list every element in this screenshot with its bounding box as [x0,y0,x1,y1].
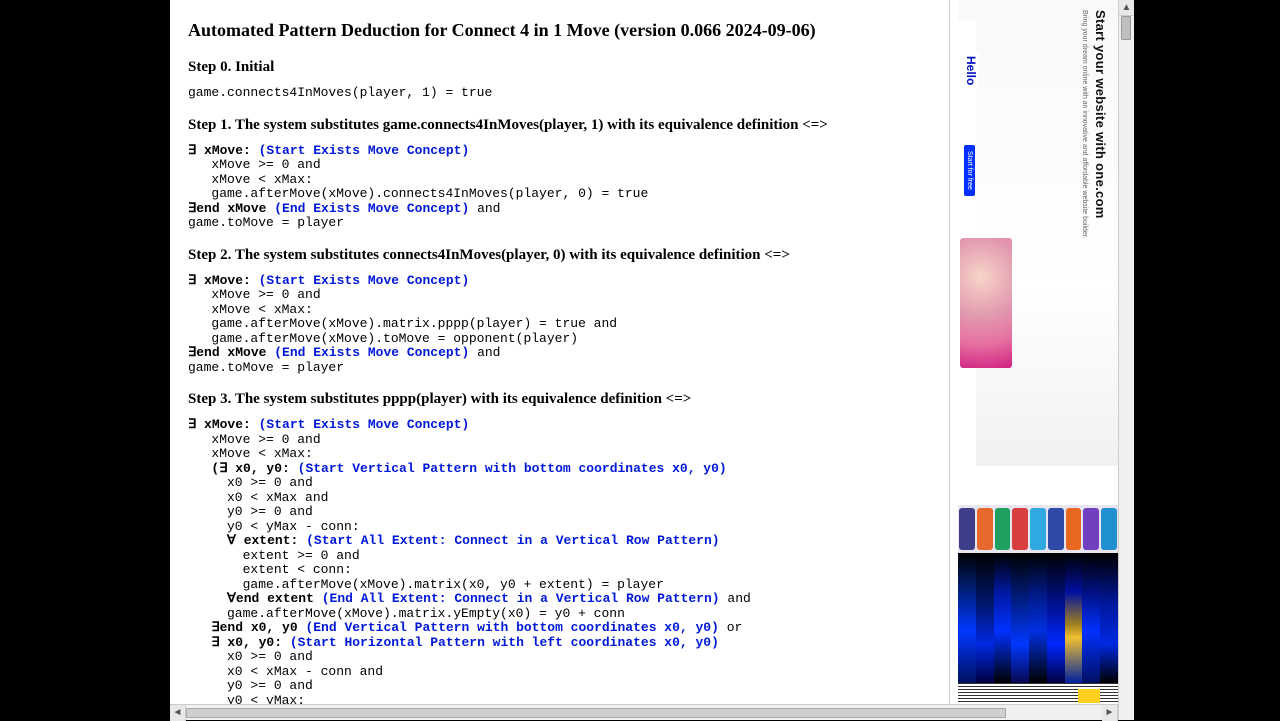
scroll-left-arrow-icon[interactable]: ◄ [170,705,186,721]
step0-heading: Step 0. Initial [188,59,931,76]
step3-code: ∃ xMove: (Start Exists Move Concept) xMo… [188,418,931,708]
ad2-stripes [958,553,1118,683]
ad1-hello-badge: Hello [963,52,979,89]
step3-heading: Step 3. The system substitutes pppp(play… [188,391,931,408]
right-letterbox [1134,0,1280,720]
left-letterbox [0,0,170,720]
ad2-footer [958,683,1118,705]
ad1-image [960,238,1012,368]
ad1-headline: Start your website with one.com [1093,10,1108,219]
ad-banner-1[interactable]: Hello Start for free Bring your dream on… [958,0,1118,480]
horiz-scroll-thumb[interactable] [186,708,1006,718]
ad1-cta-button[interactable]: Start for free [964,145,975,196]
ad1-subline: Bring your dream online with an innovati… [1081,10,1088,239]
ad2-highlight [1078,689,1100,703]
horizontal-scrollbar[interactable]: ◄ ► [170,704,1118,720]
step2-code: ∃ xMove: (Start Exists Move Concept) xMo… [188,274,931,376]
gutter [950,0,958,720]
ad2-icon-row [958,505,1118,553]
scroll-right-arrow-icon[interactable]: ► [1102,705,1118,721]
ad1-footer-bar [958,466,1118,480]
ad-sidebar: Hello Start for free Bring your dream on… [958,0,1118,720]
step2-heading: Step 2. The system substitutes connects4… [188,247,931,264]
scroll-up-arrow-icon[interactable]: ▲ [1119,0,1134,16]
scroll-thumb[interactable] [1121,16,1131,40]
step0-code: game.connects4InMoves(player, 1) = true [188,86,931,101]
vertical-scrollbar[interactable]: ▲ [1118,0,1134,720]
page-title: Automated Pattern Deduction for Connect … [188,20,931,41]
step1-heading: Step 1. The system substitutes game.conn… [188,117,931,134]
step1-code: ∃ xMove: (Start Exists Move Concept) xMo… [188,144,931,231]
article-body: Automated Pattern Deduction for Connect … [170,0,950,720]
ad-banner-2[interactable] [958,505,1118,705]
